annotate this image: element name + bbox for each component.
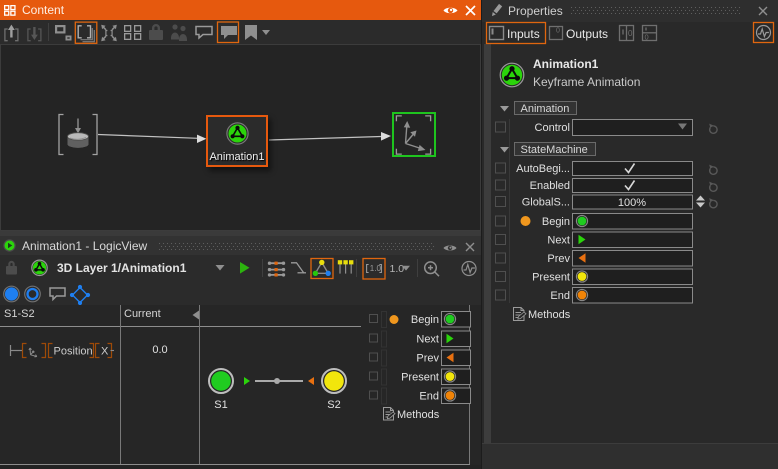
svg-text:Begin: Begin xyxy=(542,216,570,228)
svg-text:Prev: Prev xyxy=(416,353,439,365)
svg-text:Present: Present xyxy=(401,372,439,384)
svg-text:Prev: Prev xyxy=(547,253,570,265)
svg-text:GlobalS...: GlobalS... xyxy=(522,197,570,209)
svg-text:100%: 100% xyxy=(618,197,646,209)
svg-text:Animation: Animation xyxy=(521,103,570,115)
svg-text:Enabled: Enabled xyxy=(530,180,570,192)
svg-text:Begin: Begin xyxy=(411,314,439,326)
svg-text:End: End xyxy=(419,391,439,403)
svg-text:Methods: Methods xyxy=(528,309,571,321)
svg-text:AutoBegi...: AutoBegi... xyxy=(516,163,570,175)
svg-text:StateMachine: StateMachine xyxy=(521,144,588,156)
svg-text:1.0: 1.0 xyxy=(370,264,382,273)
svg-text:Next: Next xyxy=(547,235,570,247)
svg-text:Present: Present xyxy=(532,272,570,284)
svg-text:Control: Control xyxy=(535,122,570,134)
svg-text:Next: Next xyxy=(416,334,439,346)
svg-text:End: End xyxy=(550,290,570,302)
svg-text:3D Layer 1/Animation1: 3D Layer 1/Animation1 xyxy=(57,261,187,275)
svg-text:Methods: Methods xyxy=(397,409,440,421)
svg-text:1.0: 1.0 xyxy=(390,263,405,275)
